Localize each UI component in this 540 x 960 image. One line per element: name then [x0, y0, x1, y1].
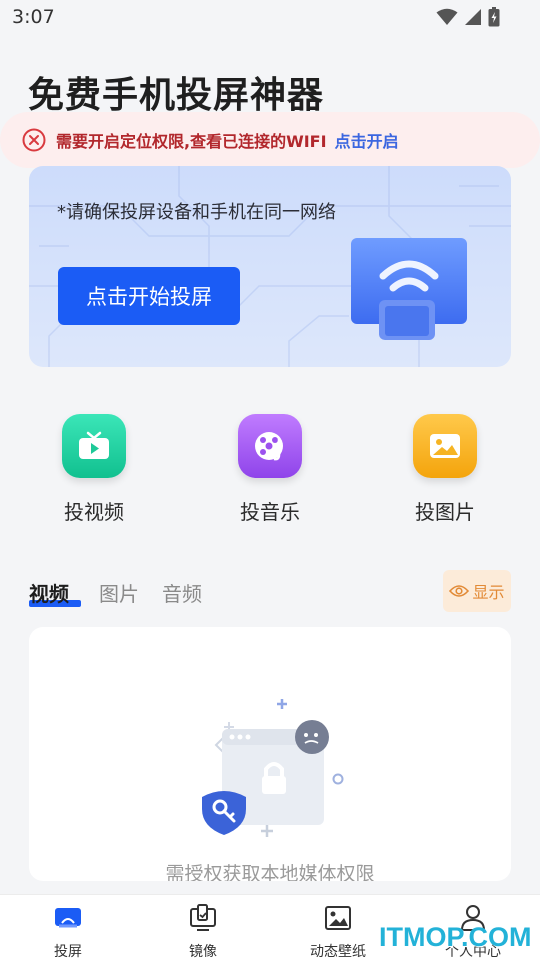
page-title: 免费手机投屏神器 — [28, 75, 325, 116]
enable-permission-link[interactable]: 点击开启 — [335, 128, 399, 152]
status-time: 3:07 — [12, 6, 55, 28]
nav-label: 投屏 — [54, 944, 82, 960]
media-tabs: 视频 图片 音频 显示 — [29, 570, 511, 614]
same-network-hint: *请确保投屏设备和手机在同一网络 — [57, 202, 336, 223]
media-card: 需授权获取本地媒体权限 — [29, 627, 511, 881]
nav-item-cast[interactable]: 投屏 — [23, 903, 113, 960]
signal-icon — [465, 9, 481, 25]
wallpaper-icon — [325, 906, 351, 930]
tab-audio[interactable]: 音频 — [162, 578, 202, 607]
permission-warning-text: 需要开启定位权限,查看已连接的WIFI — [56, 132, 327, 151]
nav-label: 动态壁纸 — [310, 944, 366, 960]
show-button-label: 显示 — [472, 583, 505, 602]
close-circle-icon — [22, 128, 46, 152]
feature-label: 投视频 — [64, 500, 124, 524]
feature-cast-video[interactable]: 投视频 — [29, 414, 159, 525]
battery-icon — [488, 7, 500, 27]
feature-cast-music[interactable]: 投音乐 — [205, 414, 335, 525]
cast-screen-illustration — [351, 238, 467, 340]
image-icon — [413, 414, 477, 478]
eye-icon — [449, 585, 470, 597]
locked-media-illustration — [202, 699, 344, 837]
watermark: ITMOP.COM — [379, 922, 532, 952]
nav-item-mirror[interactable]: 镜像 — [158, 903, 248, 960]
nav-label: 镜像 — [189, 944, 217, 960]
app-screen: 3:07 免费手机投屏神器 需要开启定位权限,查看已连接的WIFI 点击开启 *… — [0, 0, 540, 960]
music-disc-icon — [238, 414, 302, 478]
location-permission-banner[interactable]: 需要开启定位权限,查看已连接的WIFI 点击开启 — [0, 112, 540, 168]
wifi-icon — [436, 8, 458, 25]
feature-cast-image[interactable]: 投图片 — [380, 414, 510, 525]
status-bar: 3:07 — [0, 0, 540, 36]
feature-row: 投视频 投音乐 投图片 — [0, 414, 540, 524]
tab-image[interactable]: 图片 — [99, 578, 139, 607]
status-icons — [436, 7, 500, 27]
feature-label: 投图片 — [415, 500, 475, 524]
cast-screen-icon — [55, 908, 81, 928]
media-permission-text: 需授权获取本地媒体权限 — [165, 863, 375, 881]
tab-video[interactable]: 视频 — [29, 578, 69, 607]
start-cast-button[interactable]: 点击开始投屏 — [58, 267, 240, 325]
tv-icon — [62, 414, 126, 478]
show-button[interactable]: 显示 — [443, 570, 511, 612]
cast-banner: *请确保投屏设备和手机在同一网络 点击开始投屏 — [29, 166, 511, 367]
mirror-icon — [190, 904, 216, 931]
feature-label: 投音乐 — [240, 500, 300, 524]
nav-item-wallpaper[interactable]: 动态壁纸 — [293, 903, 383, 960]
